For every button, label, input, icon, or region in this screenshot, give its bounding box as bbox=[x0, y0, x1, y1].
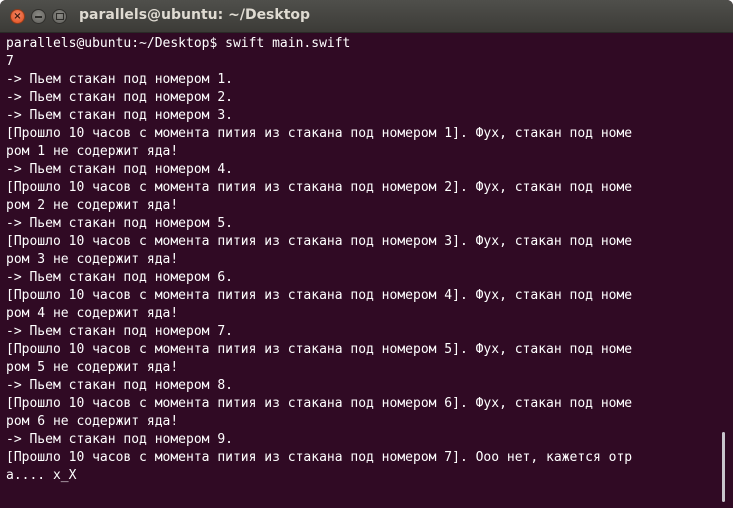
terminal-line: [Прошло 10 часов с момента пития из стак… bbox=[6, 126, 633, 141]
scrollbar-thumb[interactable] bbox=[722, 432, 725, 502]
terminal-output[interactable]: parallels@ubuntu:~/Desktop$ swift main.s… bbox=[6, 35, 726, 505]
close-button[interactable]: × bbox=[10, 9, 25, 24]
terminal-line: [Прошло 10 часов с момента пития из стак… bbox=[6, 450, 633, 465]
terminal-line: -> Пьем стакан под номером 8. bbox=[6, 378, 233, 393]
terminal-line: parallels@ubuntu:~/Desktop$ swift main.s… bbox=[6, 36, 351, 51]
terminal-line: ром 3 не содержит яда! bbox=[6, 252, 179, 267]
terminal-line: [Прошло 10 часов с момента пития из стак… bbox=[6, 180, 633, 195]
terminal-line: -> Пьем стакан под номером 3. bbox=[6, 108, 233, 123]
terminal-line: ром 5 не содержит яда! bbox=[6, 360, 179, 375]
terminal-line: -> Пьем стакан под номером 5. bbox=[6, 216, 233, 231]
terminal-line: 7 bbox=[6, 54, 14, 69]
terminal-line: -> Пьем стакан под номером 2. bbox=[6, 90, 233, 105]
minimize-icon bbox=[35, 15, 42, 18]
terminal-line: [Прошло 10 часов с момента пития из стак… bbox=[6, 342, 633, 357]
terminal-line: а.... x_X bbox=[6, 468, 77, 483]
maximize-button[interactable] bbox=[52, 9, 67, 24]
terminal-line: -> Пьем стакан под номером 6. bbox=[6, 270, 233, 285]
terminal-line: -> Пьем стакан под номером 7. bbox=[6, 324, 233, 339]
terminal-line: ром 2 не содержит яда! bbox=[6, 198, 179, 213]
terminal-line: [Прошло 10 часов с момента пития из стак… bbox=[6, 288, 633, 303]
terminal-line: -> Пьем стакан под номером 9. bbox=[6, 432, 233, 447]
terminal-line: [Прошло 10 часов с момента пития из стак… bbox=[6, 234, 633, 249]
terminal-line: ром 1 не содержит яда! bbox=[6, 144, 179, 159]
terminal-line: -> Пьем стакан под номером 4. bbox=[6, 162, 233, 177]
window-title: parallels@ubuntu: ~/Desktop bbox=[79, 7, 311, 23]
maximize-icon bbox=[55, 13, 64, 20]
title-bar[interactable]: × parallels@ubuntu: ~/Desktop bbox=[0, 0, 733, 33]
close-icon: × bbox=[13, 10, 22, 22]
terminal-line: [Прошло 10 часов с момента пития из стак… bbox=[6, 396, 633, 411]
terminal-line: -> Пьем стакан под номером 1. bbox=[6, 72, 233, 87]
terminal-line: ром 4 не содержит яда! bbox=[6, 306, 179, 321]
terminal-window: × parallels@ubuntu: ~/Desktop parallels@… bbox=[0, 0, 733, 508]
minimize-button[interactable] bbox=[31, 9, 46, 24]
terminal-line: ром 6 не содержит яда! bbox=[6, 414, 179, 429]
